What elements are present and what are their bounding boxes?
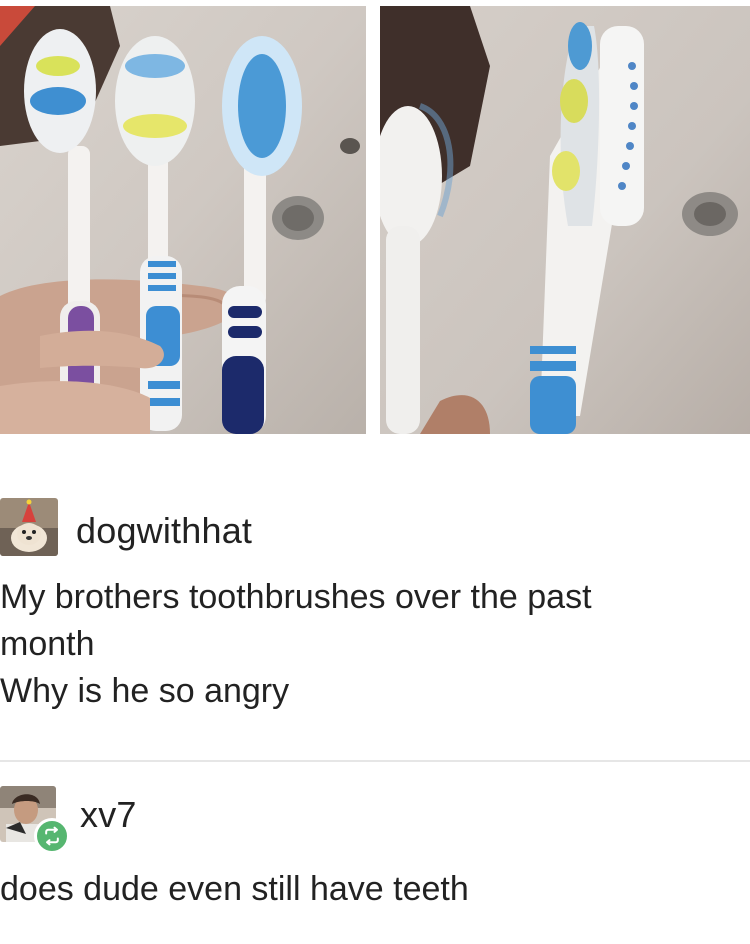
post-username[interactable]: dogwithhat	[76, 510, 252, 552]
toothbrushes-photo-left[interactable]	[0, 6, 366, 434]
reblog-username[interactable]: xv7	[80, 794, 137, 836]
dogwithhat-avatar[interactable]	[0, 498, 58, 556]
post-photos	[0, 0, 750, 434]
post-body: My brothers toothbrushes over the past m…	[0, 574, 740, 715]
post-line-2: month	[0, 625, 95, 663]
reblog-body: does dude even still have teeth	[0, 866, 740, 913]
post-divider	[0, 760, 750, 762]
toothbrush-photo-right[interactable]	[380, 6, 750, 434]
reblog-line-1: does dude even still have teeth	[0, 870, 469, 908]
post-line-1: My brothers toothbrushes over the past	[0, 578, 592, 616]
reblog-icon	[45, 826, 59, 846]
post-line-3: Why is he so angry	[0, 672, 290, 710]
reblog-badge	[34, 818, 70, 854]
